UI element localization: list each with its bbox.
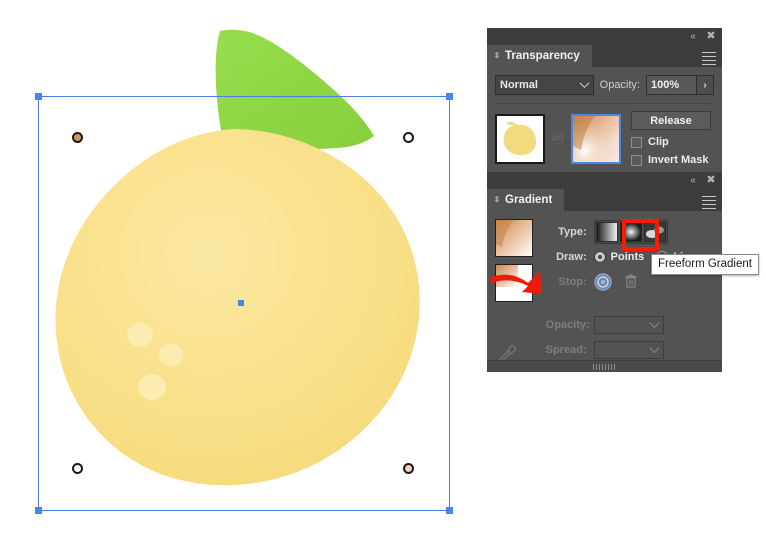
freeform-gradient-tooltip: Freeform Gradient bbox=[651, 254, 759, 275]
draw-label: Draw: bbox=[556, 250, 587, 263]
chevron-down-icon bbox=[649, 342, 660, 353]
gradient-title: Gradient bbox=[505, 194, 553, 206]
transparency-panel: « ✖ ⇕ Transparency Normal Opacity: 100% … bbox=[487, 28, 722, 176]
tab-grip-icon: ⇕ bbox=[493, 195, 501, 204]
transparency-panel-titlebar[interactable]: « ✖ bbox=[487, 28, 722, 45]
app-root: « ✖ ⇕ Transparency Normal Opacity: 100% … bbox=[0, 0, 766, 547]
stop-label: Stop: bbox=[558, 275, 587, 288]
radial-gradient-icon bbox=[620, 222, 641, 241]
gradient-panel-titlebar[interactable]: « ✖ bbox=[487, 172, 722, 189]
collapse-panel-icon[interactable]: « bbox=[686, 174, 700, 187]
gradient-point-bottom-right[interactable] bbox=[403, 463, 414, 474]
panel-menu-icon[interactable] bbox=[702, 49, 716, 65]
gradient-preview-art bbox=[496, 220, 532, 256]
close-icon[interactable]: ✖ bbox=[704, 174, 718, 187]
gradient-stop-color-icon[interactable] bbox=[593, 272, 612, 291]
center-anchor-point[interactable] bbox=[238, 300, 244, 306]
chevron-down-icon bbox=[579, 78, 590, 89]
radio-dot-icon bbox=[593, 250, 606, 263]
gradient-point-top-right[interactable] bbox=[403, 132, 414, 143]
grip-lines-icon bbox=[592, 363, 617, 370]
gradient-tabrow: ⇕ Gradient bbox=[487, 189, 722, 211]
opacity-value: 100% bbox=[651, 79, 680, 91]
opacity-label: Opacity: bbox=[599, 79, 640, 91]
clip-checkbox-row[interactable]: Clip bbox=[631, 136, 711, 148]
mask-thumbnail[interactable] bbox=[571, 113, 621, 164]
transparency-title: Transparency bbox=[505, 50, 580, 62]
freeform-gradient-button[interactable] bbox=[643, 221, 666, 242]
invert-mask-checkbox-row[interactable]: Invert Mask bbox=[631, 154, 711, 166]
type-label: Type: bbox=[558, 225, 587, 238]
transparency-body: Normal Opacity: 100% › ♾ Release Clip In… bbox=[487, 67, 722, 176]
radial-gradient-button[interactable] bbox=[619, 221, 642, 242]
blend-mode-value: Normal bbox=[500, 79, 538, 91]
freeform-gradient-icon bbox=[644, 222, 665, 241]
invert-mask-label: Invert Mask bbox=[648, 154, 709, 166]
opacity-expand-icon[interactable]: › bbox=[697, 75, 714, 95]
panel-divider bbox=[495, 103, 714, 104]
clip-checkbox[interactable] bbox=[631, 136, 642, 148]
gradient-point-top-left[interactable] bbox=[72, 132, 83, 143]
opacity-input[interactable]: 100% bbox=[646, 75, 697, 95]
linear-gradient-button[interactable] bbox=[595, 221, 618, 242]
release-label: Release bbox=[650, 114, 692, 127]
transparency-tabrow: ⇕ Transparency bbox=[487, 45, 722, 67]
red-arrow-annotation bbox=[490, 271, 542, 294]
gradient-controls: Type: Draw: Points Stop: Opacity: Spread… bbox=[538, 219, 714, 362]
linear-gradient-icon bbox=[596, 222, 617, 241]
invert-mask-checkbox[interactable] bbox=[631, 154, 642, 166]
collapse-panel-icon[interactable]: « bbox=[686, 30, 700, 43]
panel-menu-icon[interactable] bbox=[702, 193, 716, 209]
clip-label: Clip bbox=[648, 136, 669, 148]
tooltip-text: Freeform Gradient bbox=[658, 258, 752, 270]
gradient-spread-field bbox=[593, 340, 664, 359]
artboard-canvas[interactable] bbox=[0, 0, 487, 547]
link-icon[interactable]: ♾ bbox=[545, 129, 571, 149]
release-button[interactable]: Release bbox=[631, 111, 711, 130]
trash-icon[interactable] bbox=[624, 274, 638, 289]
gradient-opacity-label: Opacity: bbox=[545, 318, 590, 331]
tab-transparency[interactable]: ⇕ Transparency bbox=[487, 45, 592, 67]
object-thumbnail-art bbox=[503, 121, 537, 155]
gradient-point-bottom-left[interactable] bbox=[72, 463, 83, 474]
gradient-opacity-field bbox=[593, 315, 664, 334]
draw-points-radio[interactable]: Points bbox=[593, 250, 645, 263]
blend-mode-select[interactable]: Normal bbox=[495, 75, 594, 95]
lemon-body-shape bbox=[55, 129, 420, 486]
gradient-type-buttons bbox=[593, 219, 668, 244]
gradient-spread-label: Spread: bbox=[545, 343, 587, 356]
tab-gradient[interactable]: ⇕ Gradient bbox=[487, 189, 565, 211]
mask-thumbnail-art bbox=[573, 115, 619, 162]
tab-grip-icon: ⇕ bbox=[493, 51, 501, 60]
close-icon[interactable]: ✖ bbox=[704, 30, 718, 43]
draw-points-label: Points bbox=[610, 250, 645, 263]
object-thumbnail[interactable] bbox=[495, 113, 545, 164]
chevron-down-icon bbox=[649, 317, 660, 328]
panel-resize-grip[interactable] bbox=[487, 360, 722, 372]
gradient-preview-swatch[interactable] bbox=[495, 219, 533, 257]
